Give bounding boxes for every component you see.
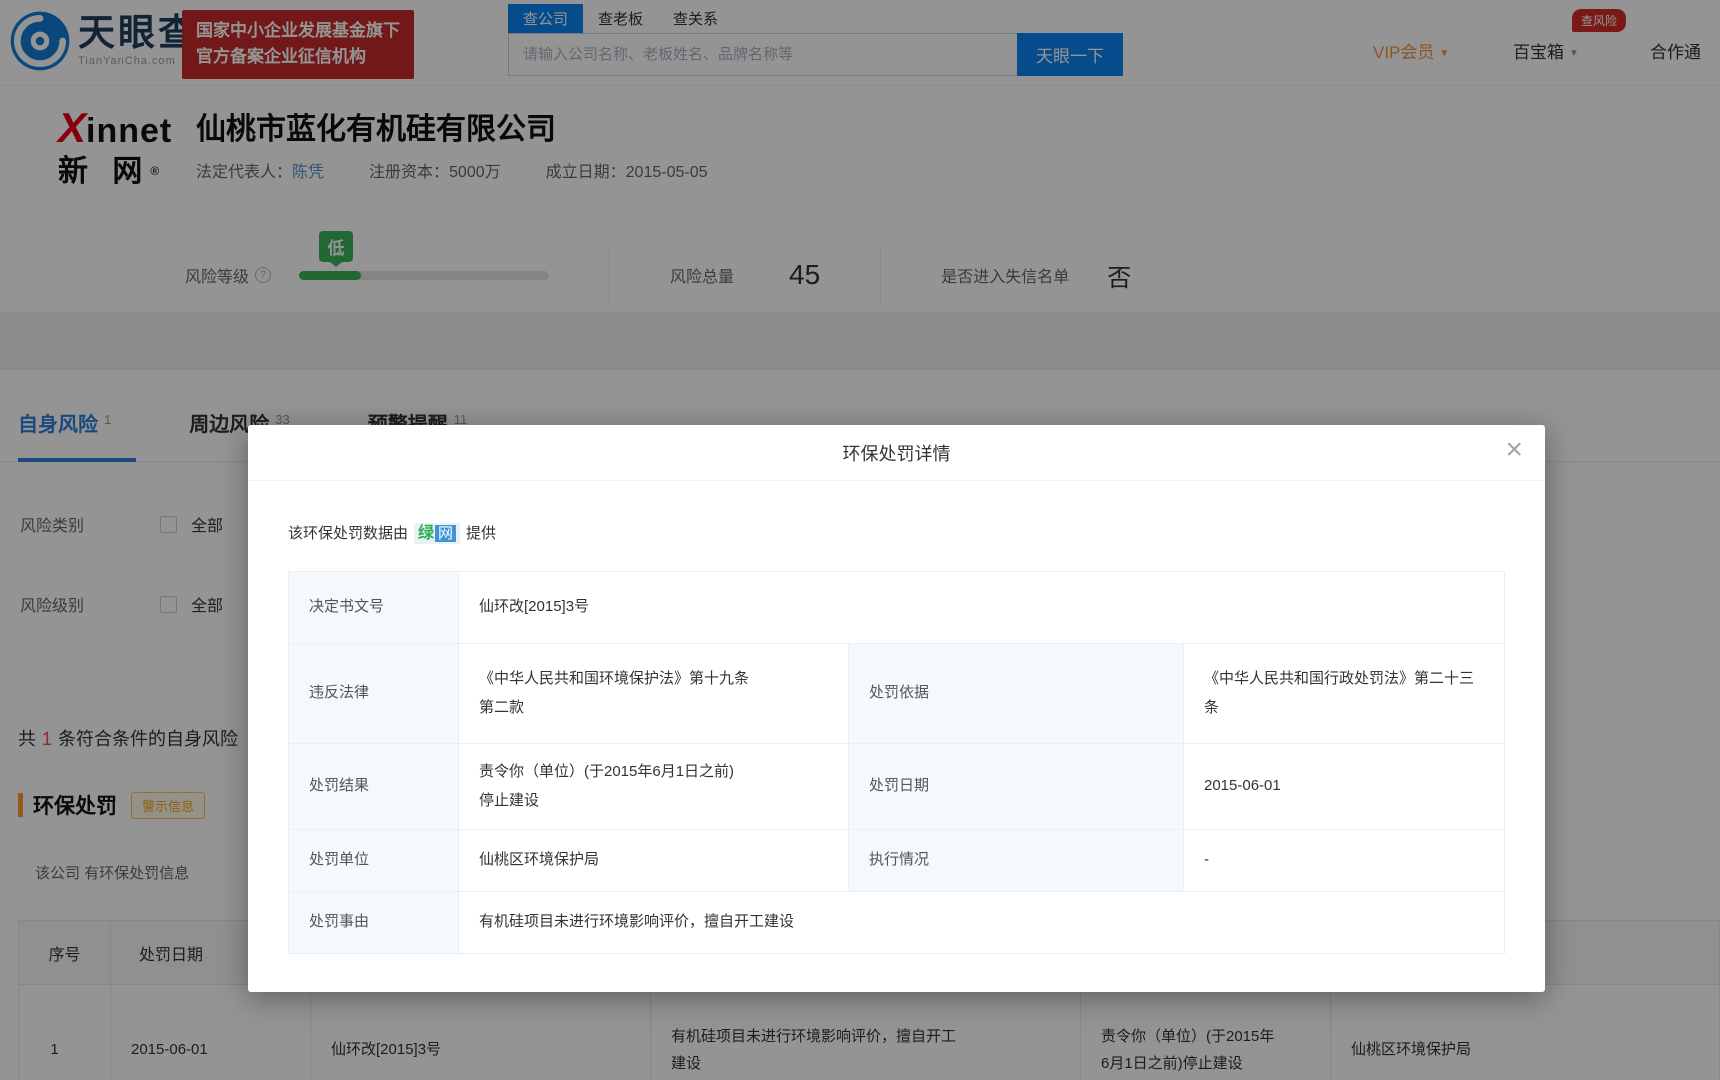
close-icon[interactable]: ×	[1505, 435, 1523, 465]
table-row: 处罚结果 责令你（单位）(于2015年6月1日之前) 停止建设 处罚日期 201…	[289, 744, 1505, 830]
penalty-detail-modal: 环保处罚详情 × 该环保处罚数据由绿网提供 决定书文号 仙环改[2015]3号 …	[248, 425, 1545, 992]
page: 天眼查 TianYanCha.com 国家中小企业发展基金旗下 官方备案企业征信…	[0, 0, 1720, 1080]
modal-title: 环保处罚详情	[248, 425, 1545, 483]
table-row: 处罚事由 有机硅项目未进行环境影响评价，擅自开工建设	[289, 892, 1505, 954]
penalty-detail-table: 决定书文号 仙环改[2015]3号 违反法律 《中华人民共和国环境保护法》第十九…	[288, 571, 1505, 954]
lvwang-logo: 绿网	[414, 523, 460, 544]
table-row: 处罚单位 仙桃区环境保护局 执行情况 -	[289, 830, 1505, 892]
modal-source-note: 该环保处罚数据由绿网提供	[288, 519, 1505, 543]
table-row: 违反法律 《中华人民共和国环境保护法》第十九条 第二款 处罚依据 《中华人民共和…	[289, 644, 1505, 744]
table-row: 决定书文号 仙环改[2015]3号	[289, 572, 1505, 644]
